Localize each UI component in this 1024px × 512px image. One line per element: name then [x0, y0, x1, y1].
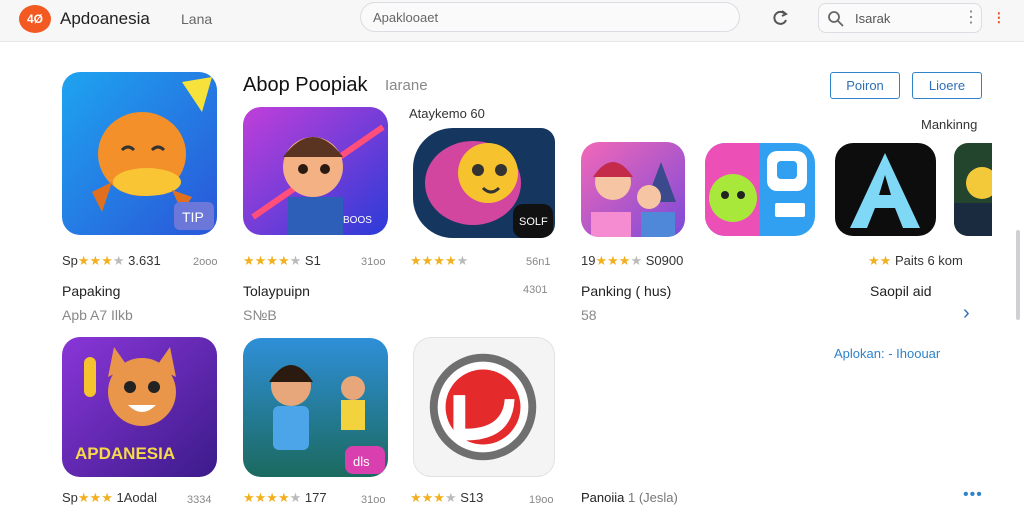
rating-2: ★★★★★ S1	[243, 253, 321, 268]
app-icon-9[interactable]: dls	[243, 338, 388, 477]
section-subtitle: Iarane	[385, 77, 428, 94]
app-name-1[interactable]: Papaking	[62, 283, 120, 299]
app-name-11[interactable]: Panoiia 1 (Jesla)	[581, 490, 678, 505]
tab-lioere[interactable]: Lioere	[912, 72, 982, 99]
address-search-bar[interactable]: Apaklooaet	[360, 2, 740, 32]
search-icon	[828, 11, 844, 27]
rating-8: Sp★★★ 1Aodal	[62, 490, 157, 505]
more-icon[interactable]: •••	[963, 486, 983, 504]
chevron-right-icon[interactable]: ›	[963, 302, 970, 325]
refresh-icon[interactable]	[768, 6, 792, 30]
meta-9: 31oo	[361, 494, 386, 506]
search-text: Isarak	[855, 11, 891, 26]
app-name-4[interactable]: Panking ( hus)	[581, 283, 671, 299]
extra-3: 4301	[523, 284, 548, 296]
top-bar: 4Ø Apdoanesia Lana Apaklooaet Isarak ⋮ ⁝	[0, 0, 1024, 42]
search-input[interactable]: Isarak ⋮	[818, 3, 982, 33]
section-title: Abop Poopiak	[243, 74, 368, 96]
app-name-5[interactable]: Saopil aid	[870, 283, 932, 299]
app-sub-4: 58	[581, 307, 597, 323]
more-options-icon[interactable]: ⋮	[963, 7, 979, 27]
app-icon-6[interactable]	[835, 143, 936, 236]
app-icon-5[interactable]	[705, 143, 815, 236]
brand-title: Apdoanesia	[60, 9, 150, 28]
meta-3: 56n1	[526, 256, 551, 268]
tab-poiron[interactable]: Poiron	[830, 72, 900, 99]
rating-1: Sp★★★★ 3.631	[62, 253, 161, 268]
app-name-2[interactable]: Tolaypuipn	[243, 283, 310, 299]
rating-3: ★★★★★	[410, 253, 469, 268]
address-search-text: Apaklooaet	[373, 10, 439, 25]
app-icon-7[interactable]	[954, 143, 992, 236]
rating-9: ★★★★★ 177	[243, 490, 327, 505]
meta-10: 19oo	[529, 494, 554, 506]
ranking-label: Mankinng	[921, 117, 978, 132]
rating-5: ★★ Paits 6 kom	[868, 253, 963, 268]
app-icon-10[interactable]	[413, 337, 555, 477]
svg-text:dls: dls	[353, 454, 370, 469]
close-icon[interactable]: ⁝	[996, 8, 1002, 29]
app-icon-4[interactable]	[581, 142, 685, 237]
app-icon-8[interactable]: APDANESIA	[62, 337, 217, 477]
scrollbar[interactable]	[1016, 230, 1020, 320]
app-icon-1[interactable]: TIP	[62, 72, 217, 235]
meta-8: 3334	[187, 494, 212, 506]
svg-text:APDANESIA: APDANESIA	[75, 444, 175, 463]
rating-4: 19★★★★ S0900	[581, 253, 684, 268]
see-more-link[interactable]: Aplokan: - Ihoouar	[834, 346, 940, 361]
svg-text:TIP: TIP	[182, 209, 204, 225]
meta-1: 2ooo	[193, 256, 218, 268]
meta-2: 31oo	[361, 256, 386, 268]
app-sub-2: S№B	[243, 307, 277, 323]
app-icon-2[interactable]: BOOS	[243, 107, 388, 235]
app-icon-3[interactable]: SOLF	[413, 128, 555, 238]
app-logo[interactable]: 4Ø	[19, 5, 51, 33]
rating-10: ★★★★ S13	[410, 490, 484, 505]
svg-text:BOOS: BOOS	[343, 215, 372, 226]
category-label: Ataykemo 60	[409, 106, 485, 121]
svg-text:SOLF: SOLF	[519, 216, 548, 228]
brand-subtitle: Lana	[181, 11, 213, 27]
app-sub-1: Apb A7 Ilkb	[62, 307, 133, 323]
